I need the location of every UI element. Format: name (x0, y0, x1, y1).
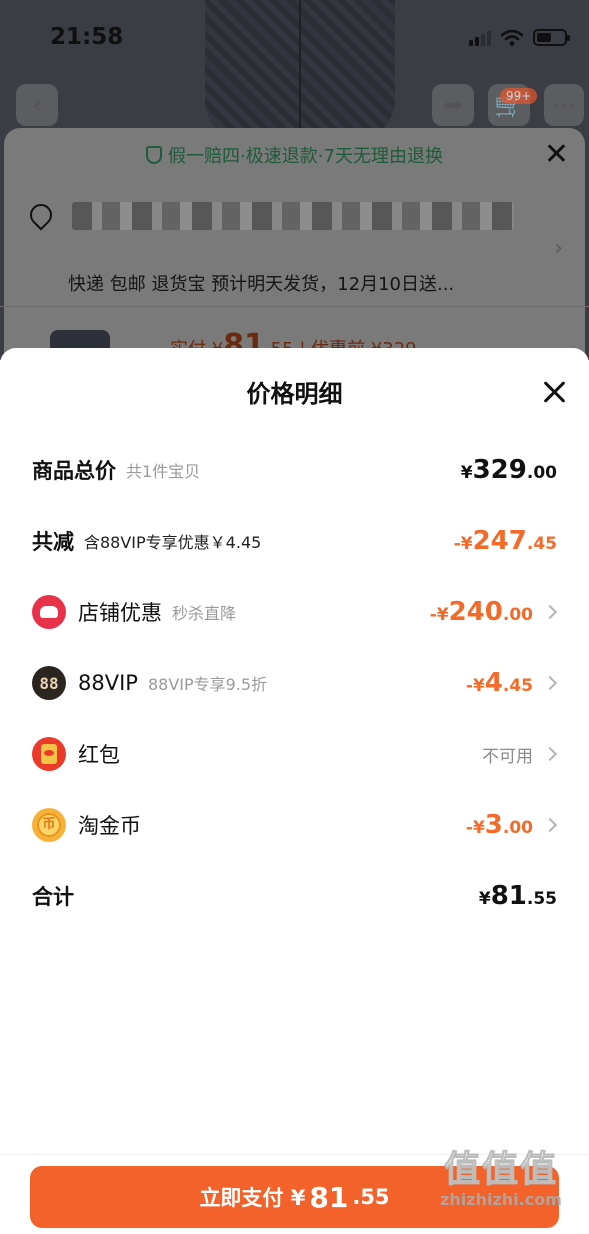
row-sub: 88VIP专享9.5折 (147, 675, 268, 694)
chevron-right-icon (542, 817, 558, 833)
status-icons (469, 29, 570, 46)
product-image (205, 0, 395, 140)
delivery-info: 快递 包邮 退货宝 预计明天发货，12月10日送... (68, 274, 455, 295)
wifi-icon (501, 29, 523, 46)
shop-icon (32, 595, 66, 629)
divider (0, 306, 589, 307)
row-label: 店铺优惠 (78, 601, 162, 625)
row-sub: 共1件宝贝 (126, 462, 201, 481)
modal-title: 价格明细 (246, 380, 343, 408)
watermark: 值值值 zhizhizhi.com (440, 1149, 562, 1209)
88vip-amount: -¥4.45 (465, 668, 533, 698)
more-icon[interactable]: ⋯ (544, 84, 584, 126)
row-label: 淘金币 (78, 814, 141, 838)
red-packet-icon (32, 737, 66, 771)
shop-discount-row[interactable]: 店铺优惠 秒杀直降 -¥240.00 (32, 592, 558, 632)
row-label: 商品总价 (32, 459, 116, 483)
chevron-right-icon (542, 604, 558, 620)
88vip-row[interactable]: 88 88VIP 88VIP专享9.5折 -¥4.45 (32, 663, 558, 703)
sheet-close-icon[interactable]: ✕ (544, 140, 569, 170)
shop-discount-amount: -¥240.00 (429, 597, 533, 627)
row-sub: 秒杀直降 (172, 604, 237, 623)
shield-icon (146, 146, 163, 164)
taojinbi-amount: -¥3.00 (465, 810, 533, 840)
88vip-icon: 88 (32, 666, 66, 700)
row-label: 红包 (78, 743, 120, 767)
reduction-amount: -¥247.45 (453, 526, 557, 556)
total-price-row: 商品总价 共1件宝贝 ¥329.00 (32, 450, 557, 490)
row-label: 共减 (32, 530, 74, 554)
blurred-address-2 (72, 234, 102, 256)
blurred-address (72, 202, 514, 230)
share-icon[interactable]: ➦ (432, 84, 474, 126)
row-label: 88VIP (78, 671, 138, 695)
sum-amount: ¥81.55 (478, 881, 557, 911)
chevron-right-icon (542, 675, 558, 691)
cart-badge: 99+ (500, 88, 538, 104)
cellular-signal-icon (469, 30, 491, 46)
close-icon[interactable] (541, 378, 569, 406)
guarantee-banner: 假一赔四·极速退款·7天无理由退换 (0, 142, 589, 168)
row-sub: 含88VIP专享优惠￥4.45 (84, 533, 262, 552)
address-chevron-icon[interactable]: › (554, 236, 563, 261)
coin-icon: 币 (32, 808, 66, 842)
back-icon[interactable]: ‹ (16, 84, 58, 126)
status-time: 21:58 (50, 24, 124, 50)
battery-icon (533, 29, 570, 46)
total-reduction-row: 共减 含88VIP专享优惠￥4.45 -¥247.45 (32, 521, 557, 561)
row-label: 合计 (32, 885, 74, 909)
red-packet-status: 不可用 (482, 746, 533, 767)
total-amount: ¥329.00 (460, 455, 557, 485)
price-detail-modal: 价格明细 商品总价 共1件宝贝 ¥329.00 共减 含88VIP专享优惠￥4.… (0, 348, 589, 1234)
red-packet-row[interactable]: 红包 不可用 (32, 734, 558, 774)
chevron-right-icon (542, 746, 558, 762)
taojinbi-row[interactable]: 币 淘金币 -¥3.00 (32, 805, 558, 845)
sum-row: 合计 ¥81.55 (32, 876, 557, 916)
